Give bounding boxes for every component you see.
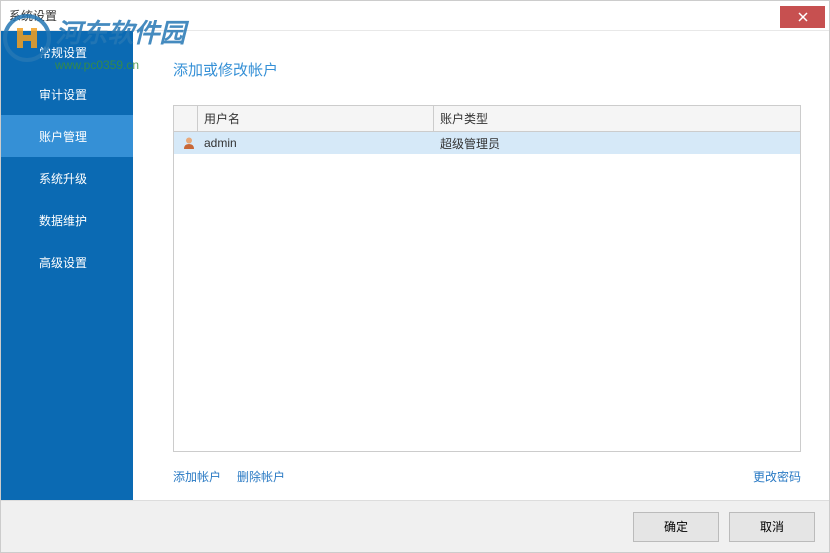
- sidebar-item-data[interactable]: 数据维护: [1, 199, 133, 241]
- th-username[interactable]: 用户名: [198, 106, 434, 131]
- sidebar-item-label: 常规设置: [39, 44, 87, 61]
- content-area: 常规设置 审计设置 账户管理 系统升级 数据维护 高级设置 添加或修改帐户 用户…: [1, 31, 829, 500]
- link-group-left: 添加帐户 删除帐户: [173, 468, 285, 485]
- th-icon: [174, 106, 198, 131]
- user-icon: [174, 132, 198, 154]
- sidebar: 常规设置 审计设置 账户管理 系统升级 数据维护 高级设置: [1, 31, 133, 500]
- sidebar-item-label: 系统升级: [39, 170, 87, 187]
- sidebar-item-label: 审计设置: [39, 86, 87, 103]
- th-type[interactable]: 账户类型: [434, 106, 800, 131]
- table-row[interactable]: admin 超级管理员: [174, 132, 800, 154]
- page-title: 添加或修改帐户: [173, 59, 801, 80]
- sidebar-item-label: 账户管理: [39, 128, 87, 145]
- sidebar-item-audit[interactable]: 审计设置: [1, 73, 133, 115]
- sidebar-item-account[interactable]: 账户管理: [1, 115, 133, 157]
- remove-account-link[interactable]: 删除帐户: [237, 468, 285, 485]
- table-header: 用户名 账户类型: [174, 106, 800, 132]
- sidebar-item-label: 数据维护: [39, 212, 87, 229]
- close-button[interactable]: [780, 6, 825, 28]
- footer: 确定 取消: [1, 500, 829, 552]
- window-title: 系统设置: [9, 7, 57, 24]
- sidebar-item-label: 高级设置: [39, 254, 87, 271]
- td-type: 超级管理员: [434, 132, 800, 154]
- close-icon: [798, 12, 808, 22]
- sidebar-item-general[interactable]: 常规设置: [1, 31, 133, 73]
- titlebar: 系统设置: [1, 1, 829, 31]
- change-password-link[interactable]: 更改密码: [753, 468, 801, 485]
- td-username: admin: [198, 132, 434, 154]
- cancel-button[interactable]: 取消: [729, 512, 815, 542]
- add-account-link[interactable]: 添加帐户: [173, 468, 221, 485]
- sidebar-item-upgrade[interactable]: 系统升级: [1, 157, 133, 199]
- sidebar-item-advanced[interactable]: 高级设置: [1, 241, 133, 283]
- account-table: 用户名 账户类型 admin 超级管理员: [173, 105, 801, 452]
- action-links: 添加帐户 删除帐户 更改密码: [173, 468, 801, 485]
- main-panel: 添加或修改帐户 用户名 账户类型 admin 超级管理员 添加帐户 删除帐户 更…: [133, 31, 829, 500]
- ok-button[interactable]: 确定: [633, 512, 719, 542]
